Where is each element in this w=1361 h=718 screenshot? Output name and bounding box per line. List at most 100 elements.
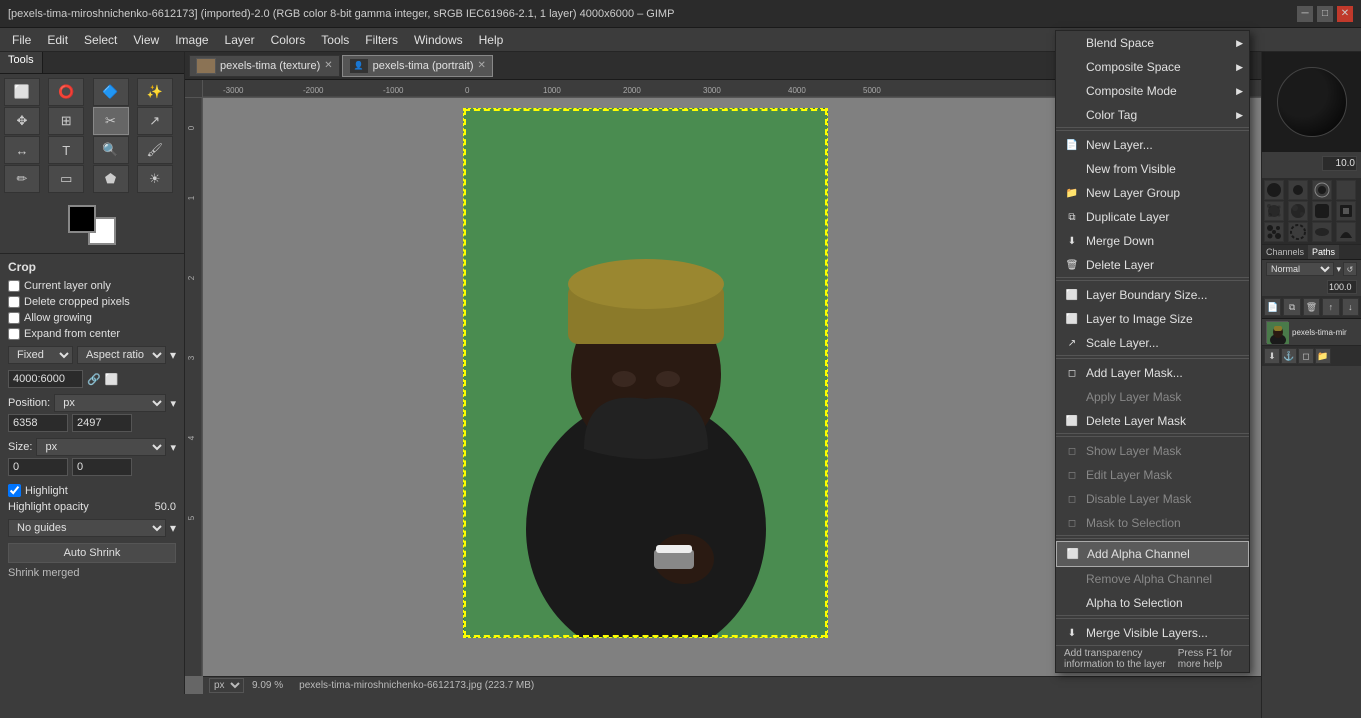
tool-fill[interactable]: ⬟ [93, 165, 129, 193]
tool-paint[interactable]: 🖌 [137, 136, 173, 164]
layer-merge-icon[interactable]: ⬇ [1264, 348, 1280, 364]
tool-eraser[interactable]: ▭ [48, 165, 84, 193]
brush-cell-11[interactable] [1312, 222, 1332, 242]
brush-cell-1[interactable] [1264, 180, 1284, 200]
brush-cell-8[interactable] [1336, 201, 1356, 221]
new-layer-group-item[interactable]: 📁 New Layer Group [1056, 181, 1249, 205]
tool-free-select[interactable]: 🔷 [93, 78, 129, 106]
menu-windows[interactable]: Windows [406, 31, 471, 49]
menu-select[interactable]: Select [76, 31, 125, 49]
brush-cell-3[interactable] [1312, 180, 1332, 200]
blend-space-item[interactable]: Blend Space [1056, 31, 1249, 55]
menu-help[interactable]: Help [471, 31, 512, 49]
restore-button[interactable]: □ [1317, 6, 1333, 22]
layer-item-1[interactable]: pexels-tima-mir [1262, 319, 1361, 346]
color-swatches[interactable] [68, 205, 116, 245]
apply-layer-mask-item[interactable]: Apply Layer Mask [1056, 385, 1249, 409]
tab-portrait-close[interactable]: ✕ [478, 60, 486, 71]
tool-color-picker[interactable]: 🔍 [93, 136, 129, 164]
remove-alpha-channel-item[interactable]: Remove Alpha Channel [1056, 567, 1249, 591]
brush-cell-10[interactable] [1288, 222, 1308, 242]
layer-mode-select[interactable]: Normal [1266, 262, 1334, 276]
menu-layer[interactable]: Layer [217, 31, 263, 49]
alpha-to-selection-item[interactable]: Alpha to Selection [1056, 591, 1249, 615]
mask-to-selection-item[interactable]: ◻ Mask to Selection [1056, 511, 1249, 535]
expand-from-center-checkbox[interactable] [8, 328, 20, 340]
delete-layer-item[interactable]: 🗑 Delete Layer [1056, 253, 1249, 277]
highlight-checkbox[interactable] [8, 484, 21, 497]
auto-shrink-button[interactable]: Auto Shrink [8, 543, 176, 563]
tool-dodge-burn[interactable]: ☀ [137, 165, 173, 193]
layer-delete-button[interactable]: 🗑 [1303, 298, 1320, 316]
disable-layer-mask-item[interactable]: ◻ Disable Layer Mask [1056, 487, 1249, 511]
menu-tools[interactable]: Tools [313, 31, 357, 49]
brush-cell-4[interactable] [1336, 180, 1356, 200]
tool-rect-select[interactable]: ⬜ [4, 78, 40, 106]
foreground-color-swatch[interactable] [68, 205, 96, 233]
paths-tab[interactable]: Paths [1308, 245, 1339, 259]
layer-copy-button[interactable]: ⧉ [1283, 298, 1300, 316]
composite-space-item[interactable]: Composite Space [1056, 55, 1249, 79]
brush-cell-9[interactable] [1264, 222, 1284, 242]
tool-crop[interactable]: ✂ [93, 107, 129, 135]
tool-fuzzy-select[interactable]: ✨ [137, 78, 173, 106]
size-h-input[interactable] [72, 458, 132, 476]
tab-texture-close[interactable]: ✕ [324, 60, 332, 71]
menu-filters[interactable]: Filters [357, 31, 406, 49]
menu-file[interactable]: File [4, 31, 39, 49]
delete-layer-mask-item[interactable]: ⬜ Delete Layer Mask [1056, 409, 1249, 433]
new-layer-item[interactable]: 📄 New Layer... [1056, 133, 1249, 157]
tool-tab-tools[interactable]: Tools [0, 52, 43, 73]
fg-bg-colors[interactable] [0, 197, 184, 253]
merge-down-item[interactable]: ⬇ Merge Down [1056, 229, 1249, 253]
edit-layer-mask-item[interactable]: ◻ Edit Layer Mask [1056, 463, 1249, 487]
duplicate-layer-item[interactable]: ⧉ Duplicate Layer [1056, 205, 1249, 229]
scale-layer-item[interactable]: ↗ Scale Layer... [1056, 331, 1249, 355]
position-x-input[interactable] [8, 414, 68, 432]
layer-opacity-input[interactable] [1327, 280, 1357, 294]
aspect-ratio-select[interactable]: Aspect ratio [77, 346, 166, 364]
color-tag-item[interactable]: Color Tag [1056, 103, 1249, 127]
composite-mode-item[interactable]: Composite Mode [1056, 79, 1249, 103]
position-unit-select[interactable]: px [54, 394, 166, 412]
size-unit-select[interactable]: px [36, 438, 166, 456]
layer-reset-button[interactable]: ↺ [1343, 262, 1357, 276]
guides-select[interactable]: No guides [8, 519, 166, 537]
fixed-select[interactable]: Fixed [8, 346, 73, 364]
add-alpha-channel-item[interactable]: ⬜ Add Alpha Channel [1056, 541, 1249, 567]
add-layer-mask-item[interactable]: ◻ Add Layer Mask... [1056, 361, 1249, 385]
tool-pencil[interactable]: ✏ [4, 165, 40, 193]
size-w-input[interactable] [8, 458, 68, 476]
canvas-image[interactable] [463, 108, 828, 638]
tool-text[interactable]: T [48, 136, 84, 164]
minimize-button[interactable]: ─ [1297, 6, 1313, 22]
layer-to-image-size-item[interactable]: ⬜ Layer to Image Size [1056, 307, 1249, 331]
unit-select[interactable]: px [209, 678, 244, 693]
layer-group-icon[interactable]: 📁 [1315, 348, 1331, 364]
new-from-visible-item[interactable]: New from Visible [1056, 157, 1249, 181]
channels-tab[interactable]: Channels [1262, 245, 1308, 259]
tool-ellipse-select[interactable]: ⭕ [48, 78, 84, 106]
menu-image[interactable]: Image [167, 31, 216, 49]
position-y-input[interactable] [72, 414, 132, 432]
layer-boundary-size-item[interactable]: ⬜ Layer Boundary Size... [1056, 283, 1249, 307]
allow-growing-checkbox[interactable] [8, 312, 20, 324]
current-layer-only-checkbox[interactable] [8, 280, 20, 292]
merge-visible-layers-item[interactable]: ⬇ Merge Visible Layers... [1056, 621, 1249, 645]
brush-cell-2[interactable] [1288, 180, 1308, 200]
tool-align[interactable]: ⊞ [48, 107, 84, 135]
tool-transform[interactable]: ↗ [137, 107, 173, 135]
brush-size-input[interactable] [1322, 156, 1357, 171]
delete-cropped-pixels-checkbox[interactable] [8, 296, 20, 308]
canvas-tab-portrait[interactable]: 👤 pexels-tima (portrait) ✕ [342, 55, 493, 77]
tool-flip[interactable]: ↔ [4, 136, 40, 164]
show-layer-mask-item[interactable]: ◻ Show Layer Mask [1056, 439, 1249, 463]
layer-new-button[interactable]: 📄 [1264, 298, 1281, 316]
close-button[interactable]: ✕ [1337, 6, 1353, 22]
brush-cell-6[interactable] [1288, 201, 1308, 221]
brush-cell-5[interactable] [1264, 201, 1284, 221]
brush-cell-12[interactable] [1336, 222, 1356, 242]
window-controls[interactable]: ─ □ ✕ [1297, 6, 1353, 22]
brush-cell-7[interactable] [1312, 201, 1332, 221]
menu-edit[interactable]: Edit [39, 31, 76, 49]
